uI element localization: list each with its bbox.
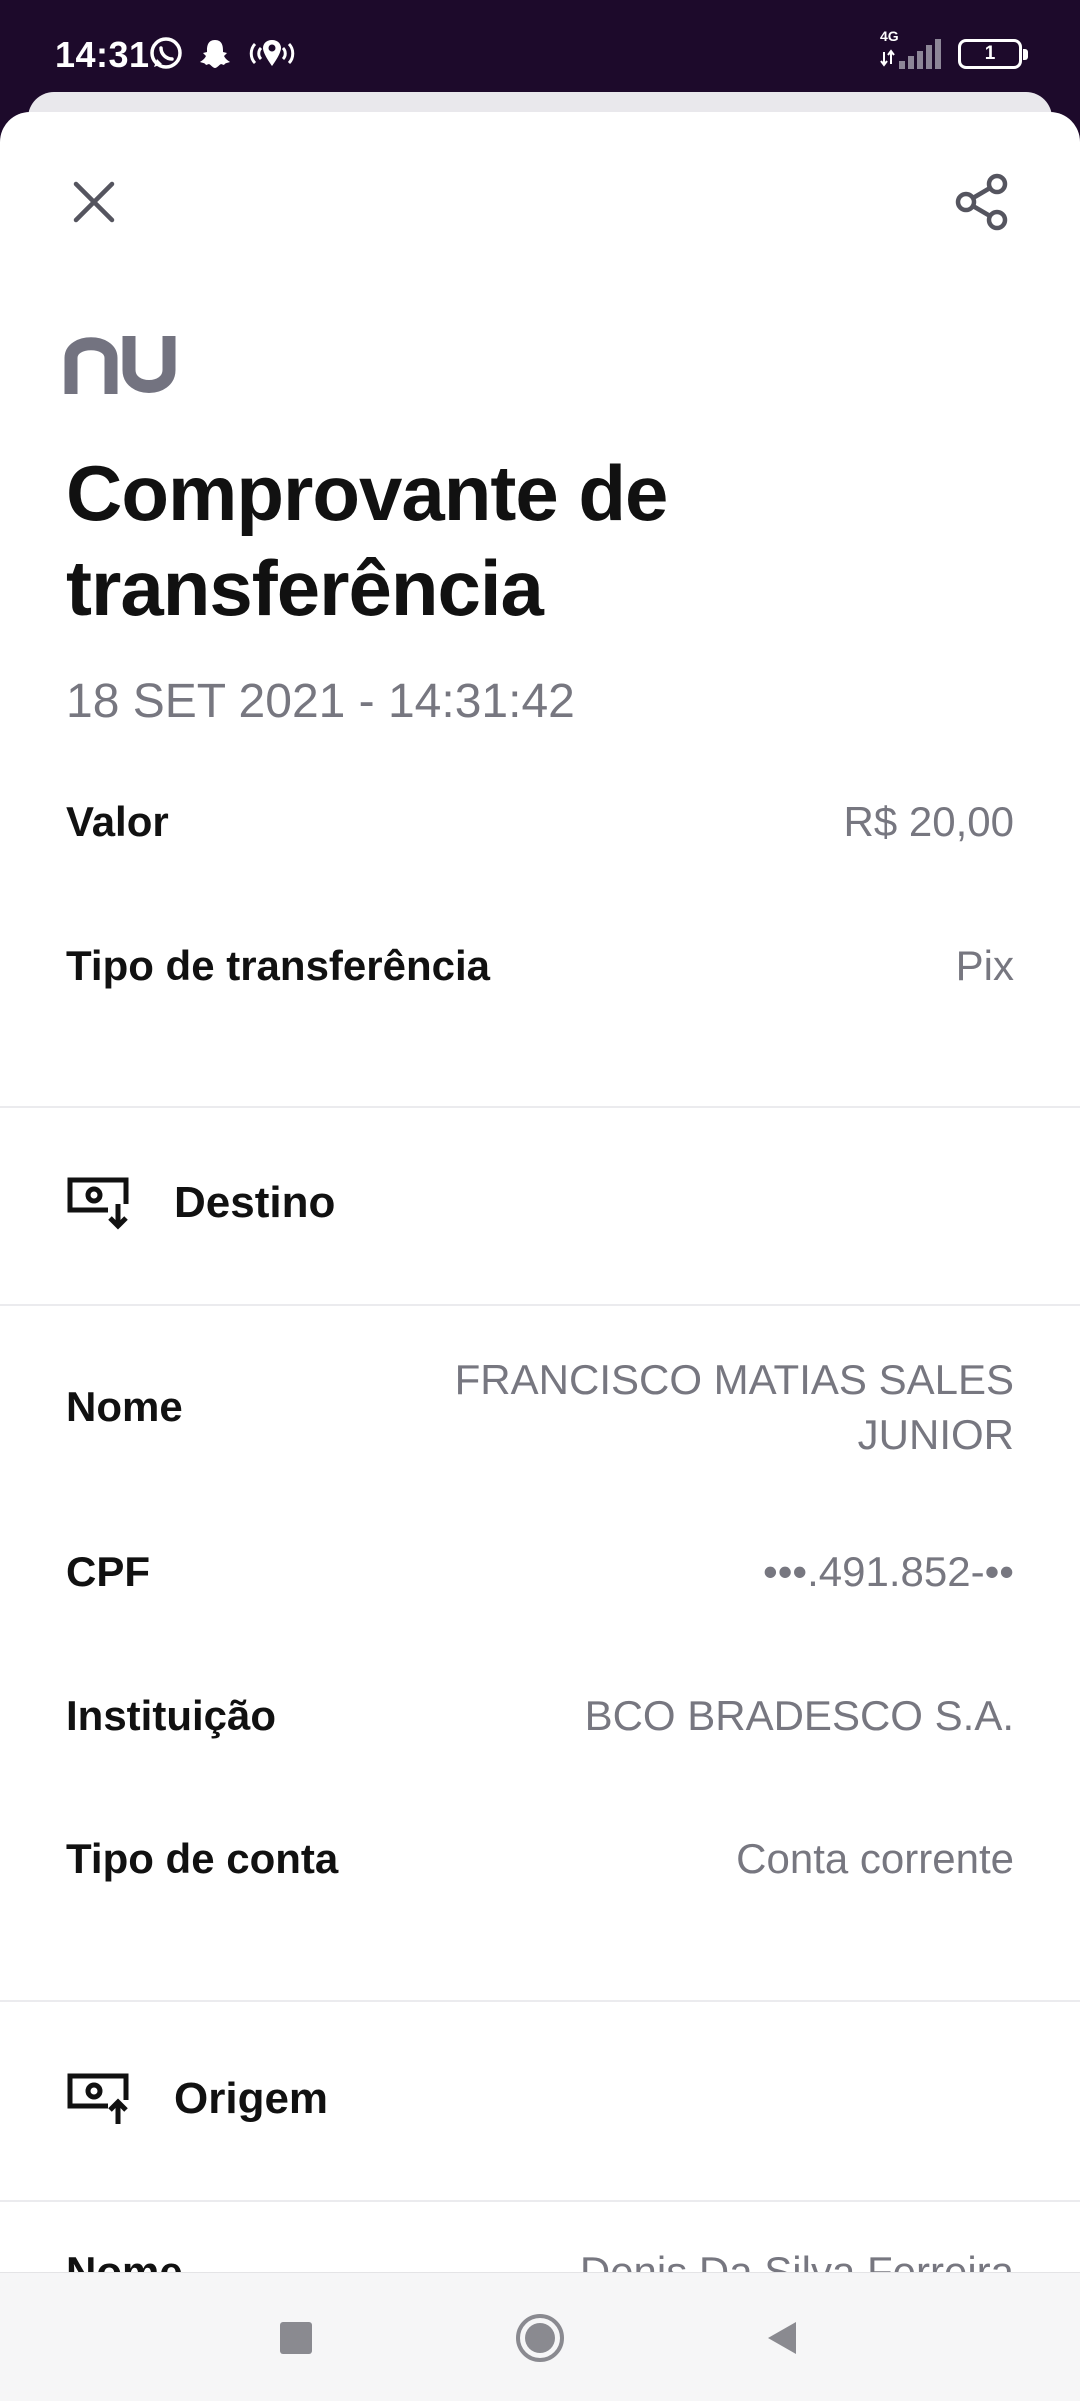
divider xyxy=(0,1304,1080,1306)
row-label: Nome xyxy=(66,2248,183,2272)
battery-icon: 1 xyxy=(958,39,1028,69)
home-icon xyxy=(516,2314,564,2362)
signal-icon: 4G xyxy=(880,28,942,74)
row-label: Instituição xyxy=(66,1692,277,1739)
destino-row-tipo-conta: Tipo de conta Conta corrente xyxy=(66,1835,1014,1883)
close-button[interactable] xyxy=(54,162,134,242)
send-money-icon xyxy=(67,2073,129,2124)
row-value: FRANCISCO MATIAS SALES JUNIOR xyxy=(454,1356,1014,1458)
section-title: Origem xyxy=(174,2074,329,2123)
row-value: BCO BRADESCO S.A. xyxy=(584,1692,1014,1739)
receive-money-icon xyxy=(67,1177,129,1230)
receipt-sheet: Comprovante de transferência 18 SET 2021… xyxy=(0,112,1080,2272)
location-broadcast-icon xyxy=(246,36,298,77)
section-origem-header: Origem xyxy=(66,2072,328,2126)
recents-button[interactable] xyxy=(266,2313,326,2363)
back-button[interactable] xyxy=(752,2313,812,2363)
origem-row-nome: Nome Denis Da Silva Ferreira xyxy=(66,2248,1014,2272)
summary-row-tipo-transferencia: Tipo de transferência Pix xyxy=(66,942,1014,990)
row-label: Tipo de conta xyxy=(66,1835,339,1882)
row-value: R$ 20,00 xyxy=(843,798,1014,845)
row-value: •••.491.852-•• xyxy=(763,1548,1014,1595)
home-button[interactable] xyxy=(510,2313,570,2363)
back-icon xyxy=(768,2322,796,2354)
share-button[interactable] xyxy=(938,158,1026,246)
row-value: Denis Da Silva Ferreira xyxy=(579,2248,1014,2272)
destino-row-cpf: CPF •••.491.852-•• xyxy=(66,1548,1014,1596)
nubank-logo xyxy=(64,334,176,401)
whatsapp-icon xyxy=(148,36,184,77)
transaction-date: 18 SET 2021 - 14:31:42 xyxy=(66,675,575,728)
row-value: Pix xyxy=(955,942,1014,989)
row-label: Tipo de transferência xyxy=(66,942,491,989)
snapchat-icon xyxy=(198,37,232,76)
divider xyxy=(0,2200,1080,2202)
row-label: Valor xyxy=(66,798,169,845)
section-destino-header: Destino xyxy=(66,1176,335,1230)
destino-row-instituicao: Instituição BCO BRADESCO S.A. xyxy=(66,1692,1014,1740)
summary-row-valor: Valor R$ 20,00 xyxy=(66,798,1014,846)
row-label: CPF xyxy=(66,1548,150,1595)
battery-level: 1 xyxy=(984,43,996,64)
status-time: 14:31 xyxy=(55,34,150,75)
row-label: Nome xyxy=(66,1383,183,1430)
divider xyxy=(0,2000,1080,2002)
section-title: Destino xyxy=(174,1178,336,1227)
row-value: Conta corrente xyxy=(736,1835,1014,1882)
page-title: Comprovante de transferência xyxy=(66,449,668,632)
navigation-bar xyxy=(0,2272,1080,2401)
close-icon xyxy=(73,181,115,223)
recents-icon xyxy=(280,2322,312,2354)
destino-row-nome: Nome FRANCISCO MATIAS SALES JUNIOR xyxy=(66,1352,1014,1462)
notification-icons xyxy=(148,36,298,76)
divider xyxy=(0,1106,1080,1108)
share-icon xyxy=(955,173,1008,231)
